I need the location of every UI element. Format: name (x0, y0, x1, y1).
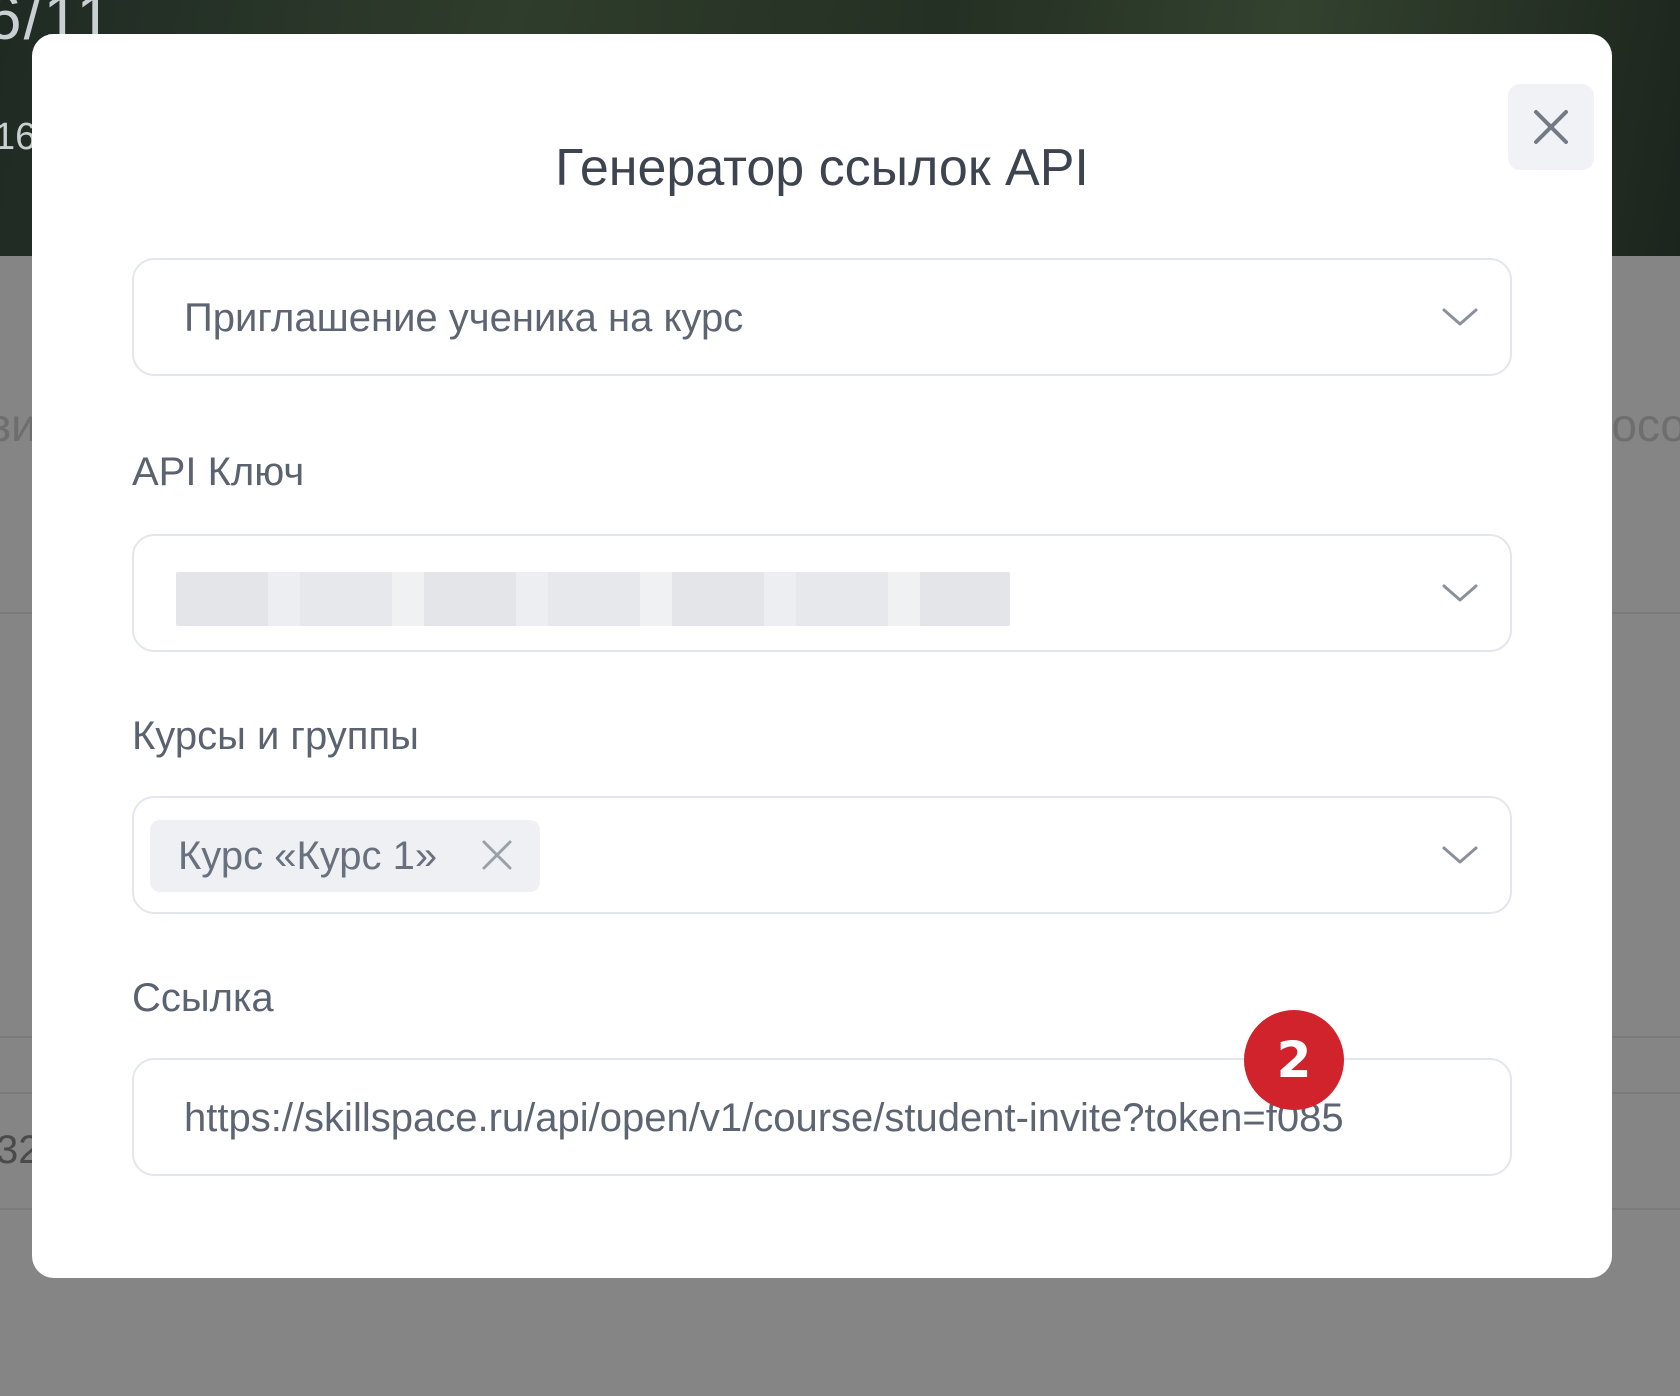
link-label: Ссылка (132, 976, 274, 1020)
link-type-value: Приглашение ученика на курс (184, 296, 744, 340)
chevron-down-icon (1442, 846, 1478, 864)
courses-label: Курсы и группы (132, 714, 419, 758)
link-type-select[interactable]: Приглашение ученика на курс (132, 258, 1512, 376)
chevron-down-icon (1442, 308, 1478, 326)
remove-chip-icon[interactable] (478, 836, 516, 874)
course-chip: Курс «Курс 1» (150, 820, 540, 892)
api-key-masked-value (176, 572, 1010, 626)
background-tab-right: осо (1611, 399, 1680, 451)
chevron-down-icon (1442, 584, 1478, 602)
api-key-label: API Ключ (132, 450, 305, 494)
course-chip-label: Курс «Курс 1» (178, 834, 438, 878)
step-number-badge: 2 (1244, 1010, 1344, 1110)
modal-title: Генератор ссылок API (555, 139, 1089, 197)
api-link-generator-modal: Генератор ссылок API Приглашение ученика… (32, 34, 1612, 1278)
banner-subtitle: 16 (0, 116, 37, 158)
courses-multiselect[interactable]: Курс «Курс 1» (132, 796, 1512, 914)
api-key-select[interactable] (132, 534, 1512, 652)
